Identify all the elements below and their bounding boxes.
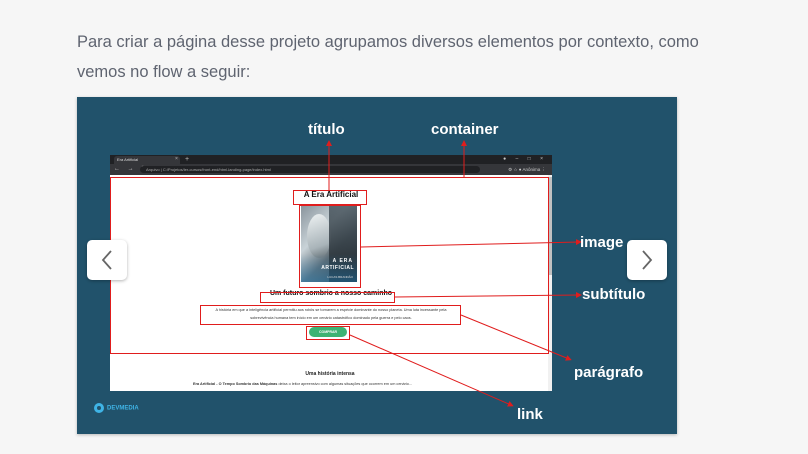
chevron-left-icon <box>101 250 112 270</box>
section-text-bold: Era Artificial - O Tempo Sombrio das Máq… <box>193 382 278 386</box>
flow-image: Era Artificial × + ● – □ × ← → ↻ Arquivo… <box>77 97 677 434</box>
label-subtitulo: subtítulo <box>582 286 646 303</box>
label-paragrafo: parágrafo <box>574 364 644 381</box>
carousel-prev-button[interactable] <box>87 240 127 280</box>
logo-text: DEVMEDIA <box>107 405 139 412</box>
label-titulo: título <box>308 121 345 138</box>
browser-profile: ⚙ ☆ ● Anônima ⋮ <box>508 167 546 172</box>
carousel-next-button[interactable] <box>627 240 667 280</box>
intro-paragraph: Para criar a página desse projeto agrupa… <box>77 32 699 81</box>
label-link: link <box>517 406 543 423</box>
section-text: Era Artificial - O Tempo Sombrio das Máq… <box>193 382 473 386</box>
address-bar: Arquivo | C:/Projetos/ler-cursos/front-e… <box>140 166 480 173</box>
image-box <box>299 205 361 288</box>
section-text-rest: deixa o leitor apreensivo com algumas si… <box>277 382 413 386</box>
browser-tab-strip: Era Artificial × + ● – □ × <box>110 155 552 164</box>
new-tab-icon: + <box>185 156 190 163</box>
devmedia-logo-icon <box>94 403 104 413</box>
browser-toolbar: ← → ↻ Arquivo | C:/Projetos/ler-cursos/f… <box>110 164 552 175</box>
link-box <box>306 326 350 340</box>
section-title: Uma história intensa <box>305 371 355 377</box>
title-box <box>293 190 367 205</box>
window-controls-icon: ● – □ × <box>503 156 547 162</box>
tab-close-icon: × <box>175 156 178 162</box>
paragraph-box <box>200 305 461 325</box>
subtitle-box <box>260 292 395 303</box>
chevron-right-icon <box>642 250 653 270</box>
profile-name: Anônima <box>522 167 541 172</box>
label-container: container <box>431 121 499 138</box>
browser-tab: Era Artificial <box>114 156 180 164</box>
label-image: image <box>580 234 624 251</box>
devmedia-logo: DEVMEDIA <box>94 403 139 413</box>
